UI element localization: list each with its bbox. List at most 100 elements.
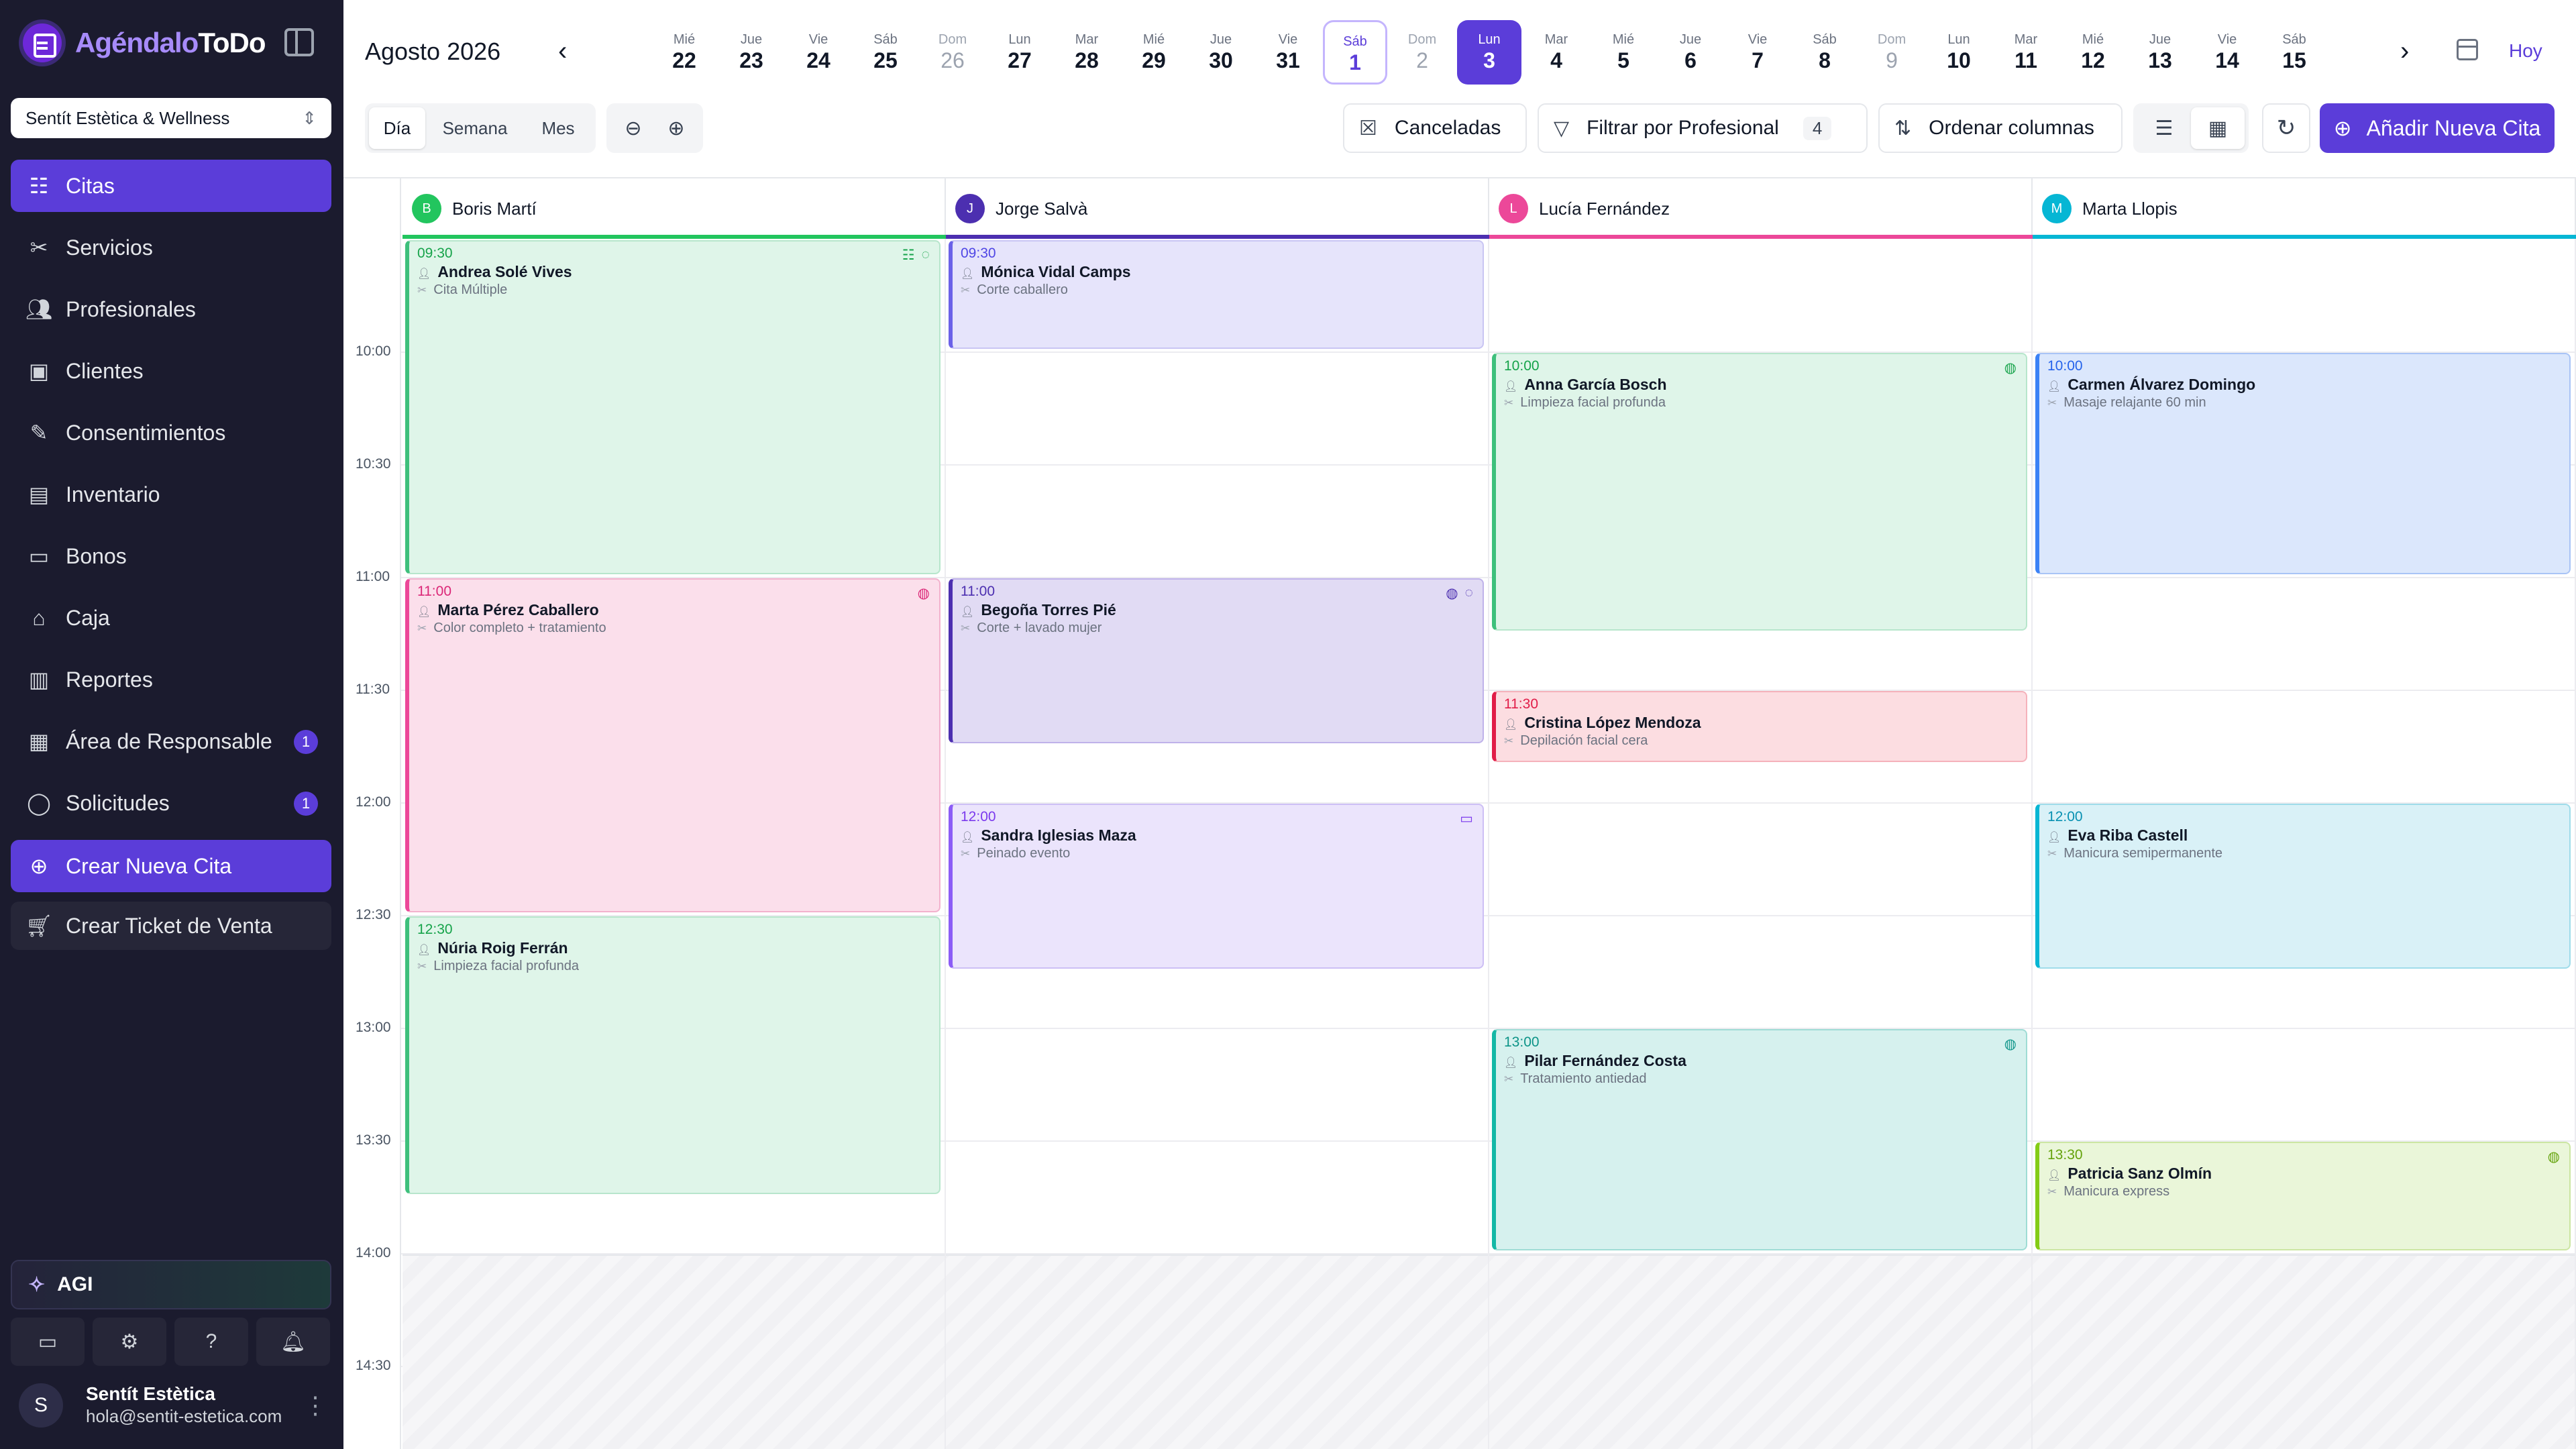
day-selector[interactable]: Jue 13 [2128,20,2192,85]
ticket-icon: ▭ [1460,811,1473,826]
day-selector[interactable]: Jue 23 [719,20,784,85]
zoom-in-icon[interactable]: ⊕ [657,110,695,146]
day-selector[interactable]: Jue 30 [1189,20,1253,85]
day-selector[interactable]: Mié 12 [2061,20,2125,85]
day-number: 15 [2282,48,2306,72]
day-selector[interactable]: Lun 3 [1457,20,1521,85]
more-vertical-icon[interactable]: ⋮ [303,1391,327,1419]
sidebar-item-clientes[interactable]: ▣ Clientes [11,345,331,397]
time-label: 14:30 [356,1358,391,1373]
agi-button[interactable]: ✧ AGI [11,1260,331,1309]
day-selector[interactable]: Mar 4 [1524,20,1589,85]
app-logo[interactable]: AgéndaloToDo [23,23,266,63]
appointment-card[interactable]: 12:00 Sandra Iglesias MazaPeinado evento ▭ [949,804,1484,969]
appointment-card[interactable]: 11:00 Begoña Torres Pié Corte + lavado muj… [949,578,1484,743]
sidebar-item-area-de-responsable[interactable]: ▦ Área de Responsable 1 [11,715,331,767]
zoom-out-icon[interactable]: ⊖ [614,110,652,146]
cancelled-button[interactable]: ☒ Canceladas [1343,103,1527,153]
sidebar-item-reportes[interactable]: ▥ Reportes [11,653,331,706]
weekday-label: Jue [740,32,763,47]
day-selector[interactable]: Dom 26 [920,20,985,85]
day-selector[interactable]: Mié 29 [1122,20,1186,85]
day-selector[interactable]: Mar 28 [1055,20,1119,85]
weekday-label: Mié [1142,32,1165,47]
day-selector[interactable]: Lun 10 [1927,20,1991,85]
weekday-label: Jue [1679,32,1702,47]
day-selector[interactable]: Vie 31 [1256,20,1320,85]
create-ticket-button[interactable]: 🛒︎ Crear Ticket de Venta [11,902,331,950]
day-selector[interactable]: Mar 11 [1994,20,2058,85]
appointment-card[interactable]: 11:30 Cristina López MendozaDepilación fa… [1492,691,2027,762]
weekday-label: Lun [1008,32,1031,47]
sidebar-item-bonos[interactable]: ▭ Bonos [11,530,331,582]
client-name: Cristina López Mendoza [1504,714,2018,732]
sidebar-item-inventario[interactable]: ▤ Inventario [11,468,331,521]
appointment-card[interactable]: 13:30 Patricia Sanz OlmínManicura express… [2035,1142,2571,1250]
day-number: 6 [1684,48,1697,72]
settings-button[interactable]: ⚙ [93,1318,166,1366]
filter-professional-button[interactable]: ▽ Filtrar por Profesional 4 [1538,103,1868,153]
help-button[interactable]: ? [174,1318,248,1366]
time-label: 13:00 [356,1020,391,1035]
chevron-left-icon[interactable]: ‹ [558,36,567,66]
service-name: Corte + lavado mujer [961,621,1474,636]
day-selector[interactable]: Lun 27 [987,20,1052,85]
day-number: 5 [1617,48,1629,72]
sidebar-item-consentimientos[interactable]: ✎ Consentimientos [11,407,331,459]
appointment-card[interactable]: 10:00 Anna García BoschLimpieza facial pr… [1492,353,2027,631]
appointment-card[interactable]: 12:00 Eva Riba CastellManicura semiperman… [2035,804,2571,969]
refresh-icon[interactable]: ↻ [2262,103,2310,153]
appointment-card[interactable]: 11:00 Marta Pérez Caballero Color completo… [405,578,941,912]
calendar-view-icon[interactable]: ▦ [2191,107,2245,149]
day-selector[interactable]: Mié 22 [652,20,716,85]
appointment-card[interactable]: 12:30 Núria Roig Ferrán Limpieza facial pr… [405,916,941,1194]
view-month-button[interactable]: Mes [525,107,592,149]
day-selector[interactable]: Sáb 1 [1323,20,1387,85]
sidebar-item-profesionales[interactable]: 👥︎ Profesionales [11,283,331,335]
user-email: hola@sentit-estetica.com [86,1406,282,1426]
add-appointment-button[interactable]: ⊕ Añadir Nueva Cita [2320,103,2555,153]
business-selector[interactable]: Sentít Estètica & Wellness ⇕ [11,98,331,138]
day-selector[interactable]: Dom 9 [1860,20,1924,85]
day-selector[interactable]: Dom 2 [1390,20,1454,85]
professional-column-header[interactable]: J Jorge Salvà [946,178,1489,239]
appointment-card[interactable]: 10:00 Carmen Álvarez DomingoMasaje relaja… [2035,353,2571,574]
professional-column-header[interactable]: M Marta Llopis [2033,178,2576,239]
list-view-icon[interactable]: ☰ [2137,107,2191,149]
professional-column-header[interactable]: L Lucía Fernández [1489,178,2033,239]
appointment-card[interactable]: 09:30Andrea Solé VivesCita Múltiple☷◌ [405,240,941,574]
day-selector[interactable]: Vie 14 [2195,20,2259,85]
sidebar-toggle-icon[interactable] [284,28,314,56]
sidebar-item-citas[interactable]: ☷ Citas [11,160,331,212]
appointment-card[interactable]: 13:00 Pilar Fernández CostaTratamiento an… [1492,1029,2027,1250]
view-week-button[interactable]: Semana [429,107,521,149]
sidebar-item-caja[interactable]: ⌂ Caja [11,592,331,644]
sort-columns-button[interactable]: ⇅ Ordenar columnas [1878,103,2123,153]
sidebar-item-servicios[interactable]: ✂ Servicios [11,221,331,274]
day-selector[interactable]: Jue 6 [1658,20,1723,85]
calendar-icon[interactable] [2457,39,2478,60]
day-selector[interactable]: Sáb 15 [2262,20,2326,85]
professional-column-header[interactable]: B Boris Martí [402,178,946,239]
chevron-right-icon[interactable]: › [2400,36,2409,66]
client-name: Patricia Sanz Olmín [2047,1165,2561,1183]
day-selector[interactable]: Mié 5 [1591,20,1656,85]
billing-button[interactable]: ▭ [11,1318,85,1366]
appointment-card[interactable]: 09:30 Mónica Vidal CampsCorte caballero [949,240,1484,349]
sidebar-item-solicitudes[interactable]: ◯ Solicitudes 1 [11,777,331,829]
day-selector[interactable]: Sáb 25 [853,20,918,85]
client-name: Mónica Vidal Camps [961,263,1474,281]
bank-icon: ⌂ [32,605,46,630]
day-selector[interactable]: Vie 24 [786,20,851,85]
day-number: 4 [1550,48,1562,72]
day-selector[interactable]: Sáb 8 [1792,20,1857,85]
day-selector[interactable]: Vie 7 [1725,20,1790,85]
create-appointment-button[interactable]: ⊕ Crear Nueva Cita [11,840,331,892]
day-number: 31 [1276,48,1300,72]
appointment-icons: ◍ [2548,1148,2560,1165]
weekday-label: Lun [1478,32,1501,47]
user-avatar[interactable]: S [19,1383,63,1428]
notifications-button[interactable]: 🔔︎ [256,1318,330,1366]
today-button[interactable]: Hoy [2509,40,2542,62]
view-day-button[interactable]: Día [369,107,425,149]
